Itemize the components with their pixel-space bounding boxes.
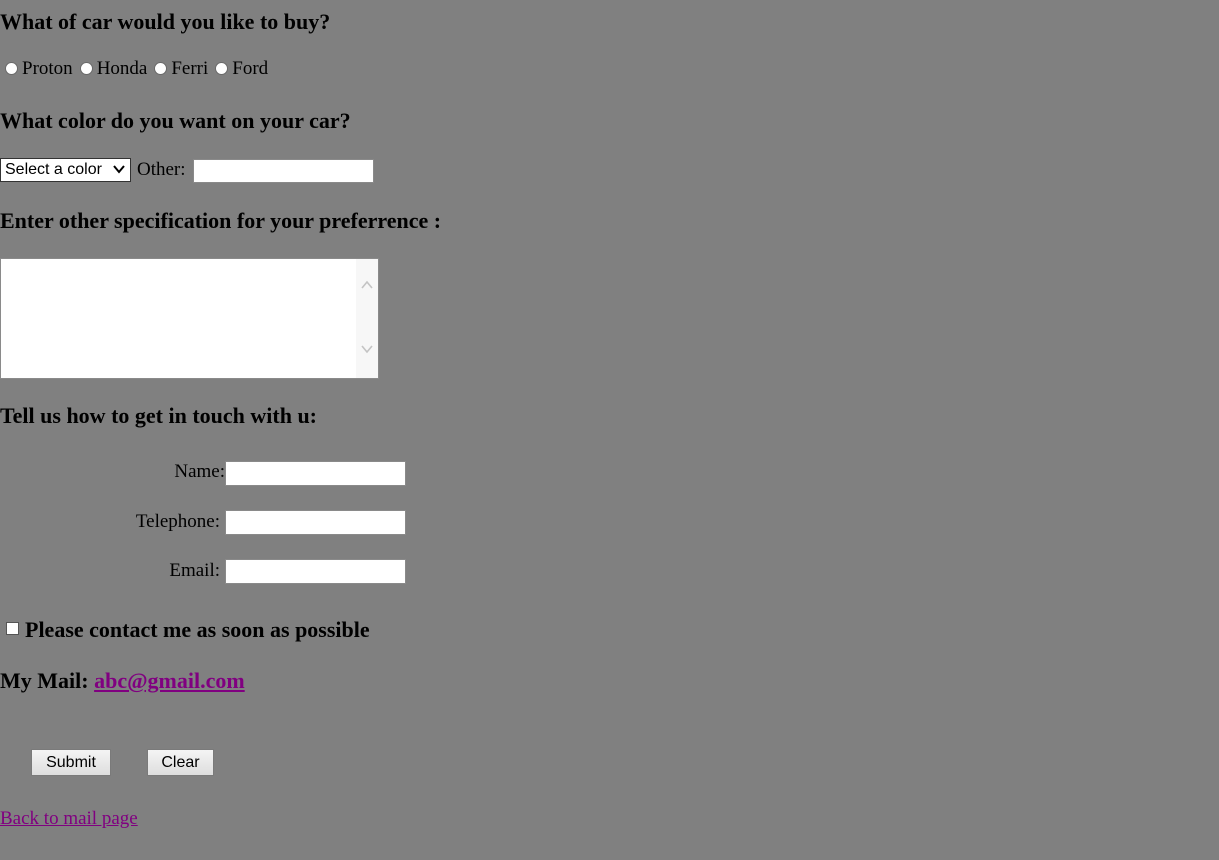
name-label: Name: — [174, 461, 225, 482]
other-color-label: Other: — [137, 159, 186, 180]
scroll-up-icon[interactable] — [360, 279, 374, 291]
color-question-heading: What color do you want on your car? — [0, 108, 351, 133]
radio-ford[interactable] — [215, 61, 229, 75]
color-select-value: Select a color — [5, 161, 102, 178]
telephone-input[interactable] — [225, 510, 406, 535]
radio-honda-label: Honda — [96, 58, 148, 79]
my-mail-label: My Mail: — [0, 668, 89, 693]
textarea-scrollbar[interactable] — [356, 259, 378, 378]
back-to-mail-link[interactable]: Back to mail page — [0, 808, 138, 830]
contact-asap-checkbox[interactable] — [6, 622, 19, 635]
chevron-down-icon — [113, 165, 125, 174]
contact-asap-label: Please contact me as soon as possible — [25, 617, 370, 642]
scroll-down-icon[interactable] — [360, 343, 374, 355]
spec-question-heading: Enter other specification for your prefe… — [0, 208, 442, 233]
other-color-input[interactable] — [193, 159, 374, 183]
radio-honda[interactable] — [79, 61, 93, 75]
submit-button[interactable]: Submit — [31, 749, 111, 776]
email-input[interactable] — [225, 559, 406, 584]
radio-ford-label: Ford — [232, 58, 269, 79]
email-label: Email: — [169, 560, 220, 581]
clear-button[interactable]: Clear — [147, 749, 214, 776]
name-input[interactable] — [225, 461, 406, 486]
radio-proton[interactable] — [5, 61, 18, 75]
mail-address-link[interactable]: abc@gmail.com — [94, 668, 245, 693]
my-mail-line: My Mail: abc@gmail.com — [0, 668, 245, 694]
radio-proton-label: Proton — [22, 58, 73, 79]
car-options: Proton Honda Ferri Ford — [0, 58, 270, 80]
spec-textarea[interactable] — [0, 258, 379, 379]
telephone-label: Telephone: — [135, 511, 220, 532]
radio-ferri[interactable] — [154, 61, 168, 75]
contact-heading: Tell us how to get in touch with u: — [0, 403, 318, 428]
color-select[interactable]: Select a color — [0, 158, 131, 182]
radio-ferri-label: Ferri — [171, 58, 209, 79]
car-question-heading: What of car would you like to buy? — [0, 9, 331, 34]
